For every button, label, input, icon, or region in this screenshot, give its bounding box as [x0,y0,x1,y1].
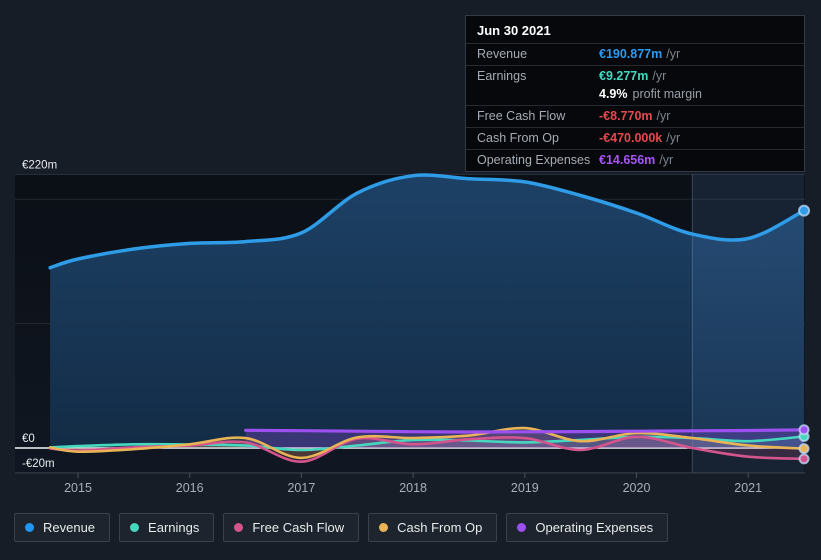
legend-item-free-cash-flow[interactable]: Free Cash Flow [223,513,360,542]
tooltip-row-cash-from-op: Cash From Op -€470.000k/yr [466,127,804,149]
legend-item-earnings[interactable]: Earnings [119,513,215,542]
earnings-legend-dot-icon [130,523,140,532]
tooltip-label: Operating Expenses [477,153,591,167]
tooltip-value: €9.277m/yr [599,69,667,83]
legend-label: Operating Expenses [535,520,654,535]
financial-history-page: { "page": { "background": "#171d27" }, "… [0,0,821,560]
operating-expenses-endpoint-marker [798,424,810,436]
legend-label: Free Cash Flow [252,520,345,535]
tooltip-value: -€8.770m/yr [599,109,671,123]
cash-from-op-legend-dot-icon [379,523,389,532]
legend-label: Revenue [43,520,96,535]
tooltip-row-operating-expenses: Operating Expenses €14.656m/yr [466,149,804,171]
free-cash-flow-endpoint-marker [798,453,810,465]
tooltip-value: €190.877m/yr [599,47,681,61]
legend-item-cash-from-op[interactable]: Cash From Op [368,513,498,542]
tooltip-date: Jun 30 2021 [477,23,551,38]
tooltip-label: Cash From Op [477,131,559,145]
legend-item-revenue[interactable]: Revenue [14,513,111,542]
x-tick-label-2020: 2020 [623,481,651,495]
tooltip-value: -€470.000k/yr [599,131,681,145]
tooltip-value: €14.656m/yr [599,153,674,167]
chart-tooltip: Jun 30 2021 Revenue €190.877m/yr Earnings €… [465,15,805,172]
revenue-endpoint-marker [798,204,811,217]
x-tick-label-2017: 2017 [287,481,315,495]
chart-legend: Revenue Earnings Free Cash Flow Cash From O… [14,513,669,542]
tooltip-label: Revenue [477,47,528,61]
x-tick-label-2015: 2015 [64,481,92,495]
x-tick-label-2016: 2016 [176,481,204,495]
tooltip-row-free-cash-flow: Free Cash Flow -€8.770m/yr [466,105,804,127]
revenue-legend-dot-icon [25,523,34,532]
free-cash-flow-legend-dot-icon [234,523,244,532]
tooltip-row-profit-margin: 4.9% profit margin [599,87,702,101]
legend-label: Earnings [148,520,200,535]
operating-expenses-legend-dot-icon [517,523,527,532]
cash-from-op-endpoint-marker [798,443,810,455]
tooltip-row-earnings: Earnings €9.277m/yr [466,65,804,87]
x-tick-label-2018: 2018 [399,481,427,495]
tooltip-label: Free Cash Flow [477,109,566,123]
y-tick-label-0: €0 [22,433,35,445]
tooltip-row-revenue: Revenue €190.877m/yr [466,43,804,65]
y-tick-label-220: €220m [22,159,57,171]
x-tick-label-2019: 2019 [511,481,539,495]
tooltip-label: Earnings [477,69,527,83]
legend-label: Cash From Op [397,520,483,535]
y-tick-label--20: -€20m [22,458,55,470]
legend-item-operating-expenses[interactable]: Operating Expenses [506,513,669,542]
x-tick-label-2021: 2021 [734,481,762,495]
